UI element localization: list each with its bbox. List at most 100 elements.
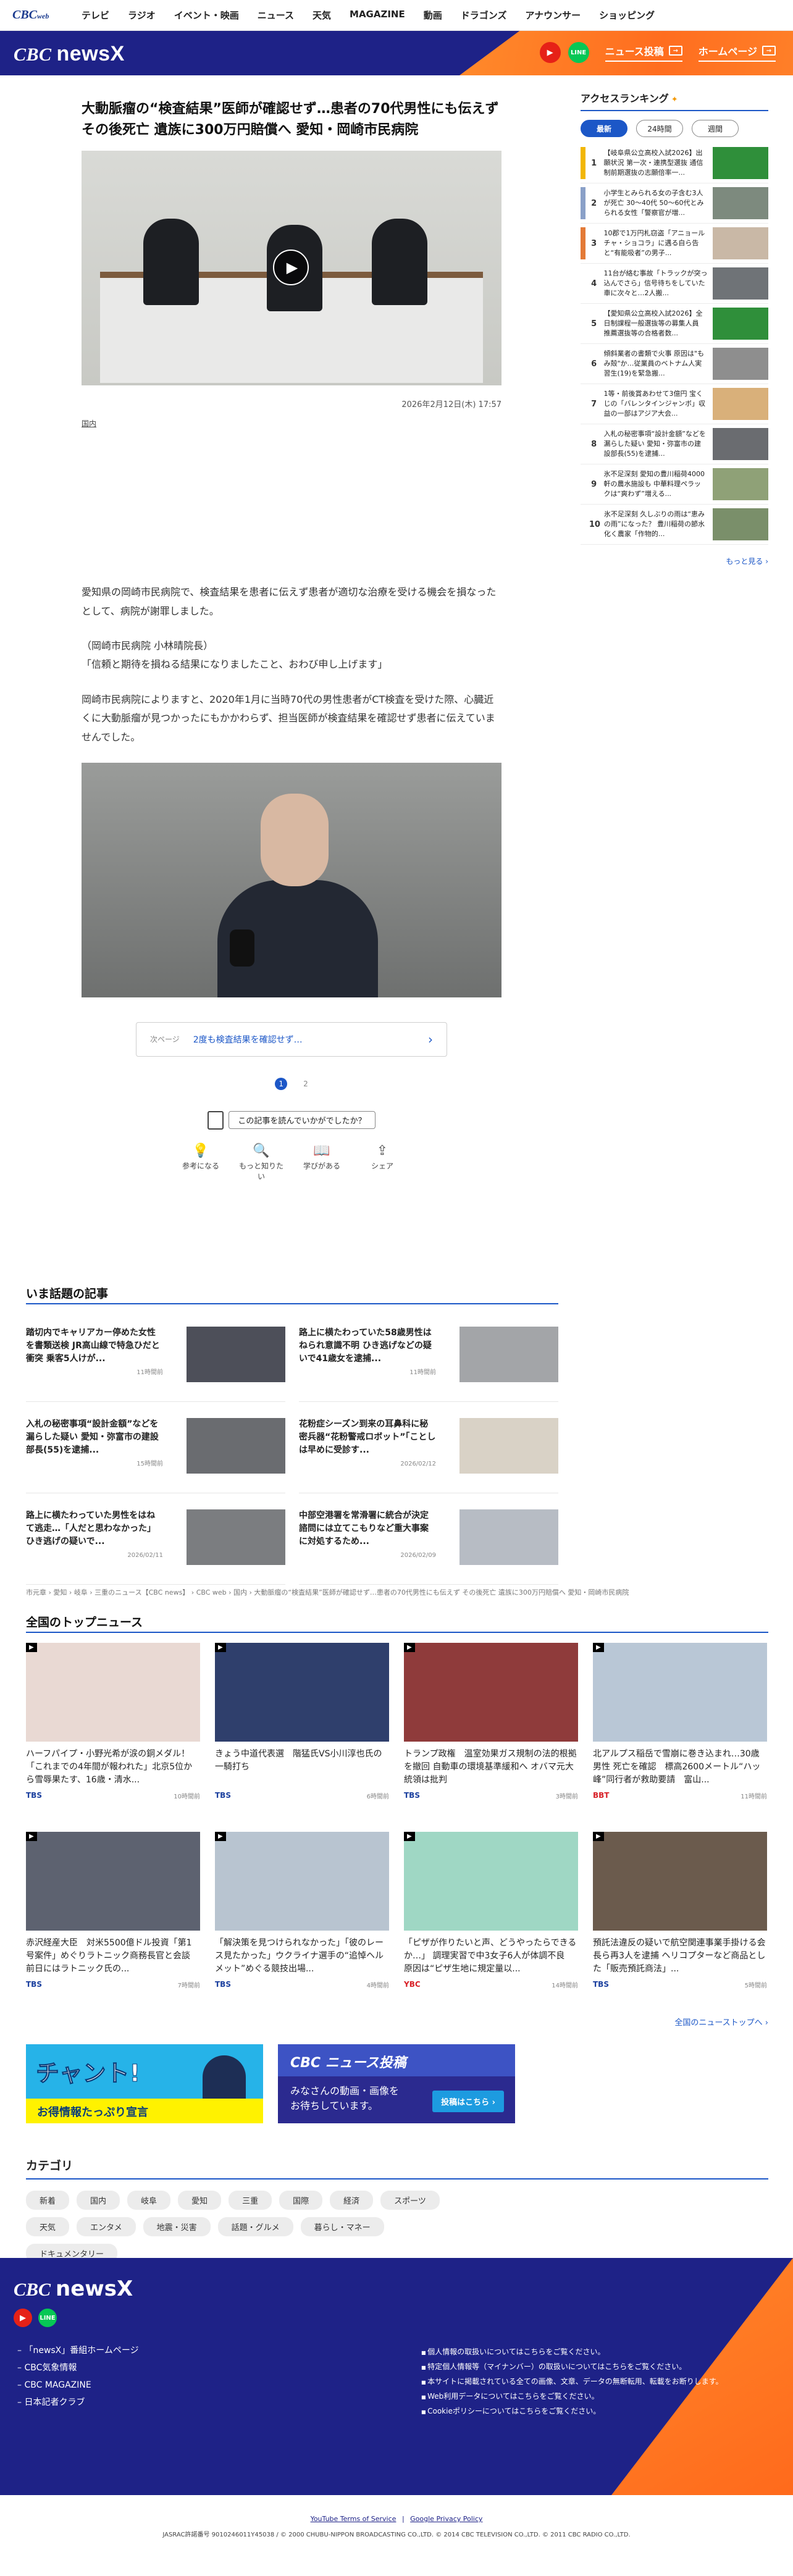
- ranking-item[interactable]: 2 小学生とみられる女の子含む3人が死亡 30〜40代 50〜60代とみられる女性…: [581, 183, 768, 224]
- ranking-more-link[interactable]: もっと見る ›: [581, 556, 768, 566]
- homepage-link[interactable]: ホームページ →: [698, 43, 776, 62]
- nav-item[interactable]: 動画: [424, 9, 442, 22]
- news-card[interactable]: ▶ きょう中道代表選 階猛氏VS小川淳也氏の一騎打ち TBS 6時間前: [215, 1643, 389, 1816]
- trending-item[interactable]: 中部空港署を常滑署に統合が決定 諮問には立てこもりなど重大事案に対処するため..…: [299, 1509, 558, 1585]
- chant-banner[interactable]: チャント! お得情報たっぷり宣言: [26, 2044, 263, 2123]
- nav-item[interactable]: ラジオ: [128, 9, 156, 22]
- trending-item[interactable]: 入札の秘密事項“設計金額”などを漏らした疑い 愛知・弥富市の建設部長(55)を逮…: [26, 1418, 285, 1493]
- category-tag[interactable]: 国内: [82, 418, 96, 429]
- trending-item[interactable]: 踏切内でキャリアカー停めた女性を書類送検 JR高山線で特急ひだと衝突 乗客5人け…: [26, 1327, 285, 1402]
- youtube-icon[interactable]: ▶: [14, 2309, 32, 2327]
- ranking-item[interactable]: 8 入札の秘密事項“設計金額”などを漏らした疑い 愛知・弥富市の建設部長(55)を…: [581, 424, 768, 464]
- next-page-link[interactable]: 次ページ 2度も検査結果を確認せず… ›: [136, 1022, 447, 1057]
- policy-link[interactable]: 個人情報の取扱いについてはこちらをご覧ください。: [421, 2344, 723, 2359]
- youtube-icon[interactable]: ▶: [539, 42, 561, 63]
- news-card[interactable]: ▶ 「ピザが作りたいと声、どうやったらできるか…」 調理実習で中3女子6人が体調不…: [404, 1832, 578, 2005]
- category-chip[interactable]: 地震・災害: [143, 2217, 211, 2236]
- page-2[interactable]: 2: [303, 1080, 308, 1088]
- news-card[interactable]: ▶ ハーフパイプ・小野光希が涙の銅メダル！「これまでの4年間が報われた」北京5位か…: [26, 1643, 200, 1816]
- news-post-link[interactable]: ニュース投稿 →: [605, 43, 682, 62]
- feedback-share[interactable]: ⇪ シェア: [358, 1143, 407, 1181]
- news-card[interactable]: ▶ 北アルプス稲岳で雪崩に巻き込まれ…30歳男性 死亡を確認 標高2600メートル…: [593, 1643, 767, 1816]
- category-chip[interactable]: 国内: [77, 2191, 120, 2210]
- feedback-search[interactable]: 🔍 もっと知りたい: [237, 1143, 286, 1181]
- page-1[interactable]: 1: [275, 1077, 288, 1090]
- category-chip[interactable]: 暮らし・マネー: [300, 2217, 384, 2236]
- topnews-more-link[interactable]: 全国のニューストップへ ›: [26, 2016, 768, 2028]
- news-card[interactable]: ▶ 預託法違反の疑いで航空関連事業手掛ける会長ら再3人を逮捕 ヘリコプターなど商品…: [593, 1832, 767, 2005]
- newsx-logo[interactable]: CBC newsX: [14, 42, 125, 66]
- ranking-item[interactable]: 3 10郡で1万円札窃盗「アニョールチャ・ショコラ」に遇る自ら告と“有能吸者”の男…: [581, 224, 768, 264]
- ranking-item[interactable]: 4 11台が絡む事故「トラックが突っ込んでさら」信号待ちをしていた車に次々と…2人…: [581, 264, 768, 304]
- category-chip[interactable]: 新着: [26, 2191, 70, 2210]
- ranking-tab[interactable]: 最新: [581, 120, 627, 137]
- category-chip[interactable]: スポーツ: [380, 2191, 440, 2210]
- line-icon[interactable]: LINE: [568, 42, 589, 63]
- footer-link[interactable]: CBC気象情報: [17, 2359, 139, 2377]
- ranking-item[interactable]: 7 1等・前後賞あわせて3億円 宝くじの「バレンタインジャンボ」収益の一部はアジア…: [581, 384, 768, 424]
- policy-link[interactable]: Cookieポリシーについてはこちらをご覧ください。: [421, 2404, 723, 2419]
- policy-link[interactable]: 特定個人情報等（マイナンバー）の取扱いについてはこちらをご覧ください。: [421, 2359, 723, 2374]
- footer-link[interactable]: 日本記者クラブ: [17, 2394, 139, 2411]
- category-chip[interactable]: 経済: [330, 2191, 374, 2210]
- article-video[interactable]: ▶: [82, 151, 501, 386]
- ranking-tab[interactable]: 24時間: [636, 120, 683, 137]
- policy-link[interactable]: 本サイトに掲載されている全ての画像、文章、データの無断転用、転載をお断りします。: [421, 2374, 723, 2389]
- feedback-lightbulb[interactable]: 💡 参考になる: [176, 1143, 225, 1181]
- feedback-book[interactable]: 📖 学びがある: [297, 1143, 346, 1181]
- ranking-item[interactable]: 6 傾斜業者の書類で火事 原因は"もみ殻"か…従業員のベトナム人実習生(19)を緊…: [581, 344, 768, 384]
- video-icon: ▶: [215, 1832, 226, 1841]
- news-thumbnail: ▶: [593, 1643, 767, 1742]
- policy-link[interactable]: Web利用データについてはこちらをご覧ください。: [421, 2389, 723, 2404]
- footer-link[interactable]: CBC MAGAZINE: [17, 2377, 139, 2394]
- news-card[interactable]: ▶ 赤沢経産大臣 対米5500億ドル投資「第1号案件」めぐりラトニック商務長官と会…: [26, 1832, 200, 2005]
- category-chip[interactable]: 国際: [279, 2191, 323, 2210]
- category-chip[interactable]: 天気: [26, 2217, 70, 2236]
- category-chip[interactable]: エンタメ: [77, 2217, 136, 2236]
- rank-marker: [581, 508, 585, 540]
- lightbulb-icon: 💡: [192, 1143, 209, 1159]
- news-card[interactable]: ▶ 「解決策を見つけられなかった」「彼のレース見たかった」ウクライナ選手の“追悼ヘ…: [215, 1832, 389, 2005]
- breadcrumb[interactable]: 市元章 › 愛知 › 岐阜 › 三重のニュース【CBC news】 › CBC …: [26, 1587, 629, 1597]
- nav-item[interactable]: ドラゴンズ: [461, 9, 507, 22]
- youtube-terms-link[interactable]: YouTube Terms of Service: [311, 2515, 396, 2523]
- ranking-item[interactable]: 10 氷不足深刻 久しぶりの雨は“恵みの雨”になった？ 豊川稲荷の節水化く農家「作…: [581, 505, 768, 545]
- news-post-banner[interactable]: CBC ニュース投稿 みなさんの動画・画像を お待ちしています。 投稿はこちら …: [278, 2044, 515, 2123]
- nav-item[interactable]: イベント・映画: [174, 9, 239, 22]
- trending-item[interactable]: 路上に横たわっていた58歳男性はねられ意識不明 ひき逃げなどの疑いで41歳女を逮…: [299, 1327, 558, 1402]
- ranking-tab[interactable]: 週間: [692, 120, 739, 137]
- article: 大動脈瘤の“検査結果”医師が確認せず…患者の70代男性にも伝えず その後死亡 遺…: [82, 99, 501, 1181]
- google-privacy-link[interactable]: Google Privacy Policy: [410, 2515, 482, 2523]
- trending-item[interactable]: 路上に横たわっていた男性をはねて逃走…「人だと思わなかった」ひき逃げの疑いで..…: [26, 1509, 285, 1585]
- rank-marker: [581, 147, 585, 179]
- footer-logo[interactable]: CBC newsX: [14, 2276, 133, 2301]
- nav-item[interactable]: ショッピング: [599, 9, 655, 22]
- nav-item[interactable]: ニュース: [258, 9, 294, 22]
- news-date: 5時間前: [744, 1982, 767, 1989]
- ranking-item[interactable]: 9 氷不足深刻 愛知の豊川稲荷4000軒の農水施設も 中華料理ペラックは“爽わず”…: [581, 464, 768, 505]
- person-figure: [143, 219, 199, 306]
- nav-item[interactable]: アナウンサー: [525, 9, 581, 22]
- nav-item[interactable]: テレビ: [82, 9, 109, 22]
- cbc-web-logo[interactable]: CBCweb: [12, 8, 82, 22]
- ranking-item[interactable]: 1 【岐阜県公立高校入試2026】出願状況 第一次・連携型選抜 通信制前期選抜の志…: [581, 143, 768, 183]
- global-nav: テレビ ラジオ イベント・映画 ニュース 天気 MAGAZINE 動画 ドラゴンズ アナウンサー…: [82, 9, 655, 22]
- article-body: 愛知県の岡崎市民病院で、検査結果を患者に伝えず患者が適切な治療を受ける機会を損な…: [82, 583, 501, 747]
- ranking-item[interactable]: 5 【愛知県公立高校入試2026】全日制課程一般選抜等の募集人員 推薦選抜等の合格…: [581, 304, 768, 344]
- play-button[interactable]: ▶: [273, 250, 309, 286]
- line-icon[interactable]: LINE: [38, 2309, 57, 2327]
- post-button[interactable]: 投稿はこちら ›: [432, 2091, 504, 2112]
- trending-thumbnail: [459, 1327, 558, 1382]
- footer-link[interactable]: 「newsX」番組ホームページ: [17, 2342, 138, 2359]
- article-headline: 大動脈瘤の“検査結果”医師が確認せず…患者の70代男性にも伝えず その後死亡 遺…: [82, 101, 499, 138]
- category-chip[interactable]: 岐阜: [127, 2191, 171, 2210]
- news-thumbnail: ▶: [215, 1643, 389, 1742]
- category-chip[interactable]: 三重: [229, 2191, 272, 2210]
- category-chip[interactable]: 愛知: [178, 2191, 222, 2210]
- news-card[interactable]: ▶ トランプ政権 温室効果ガス規制の法的根拠を撤回 自動車の環境基準緩和へ オバマ…: [404, 1643, 578, 1816]
- trending-item[interactable]: 花粉症シーズン到来の耳鼻科に秘密兵器“花粉警戒ロボット”「ことしは早めに受診す.…: [299, 1418, 558, 1493]
- nav-item[interactable]: 天気: [313, 9, 331, 22]
- trending-headline: 入札の秘密事項“設計金額”などを漏らした疑い 愛知・弥富市の建設部長(55)を逮…: [26, 1419, 163, 1467]
- category-chip[interactable]: 話題・グルメ: [217, 2217, 293, 2236]
- nav-item[interactable]: MAGAZINE: [350, 9, 405, 22]
